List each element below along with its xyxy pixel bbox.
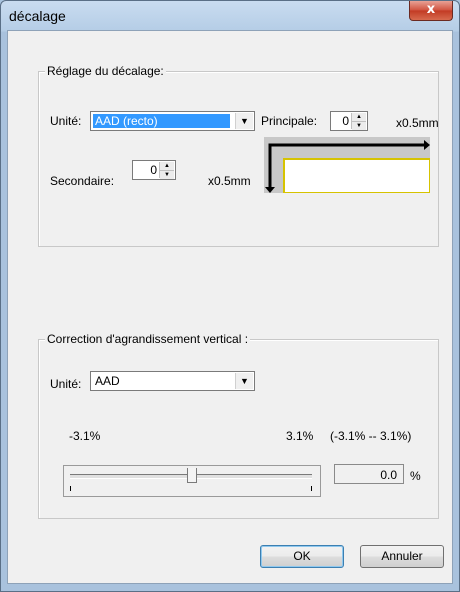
slider-tick-min [70, 486, 71, 491]
offset-group-legend: Réglage du décalage: [45, 64, 166, 78]
ok-button[interactable]: OK [260, 545, 344, 568]
percent-sign: % [410, 469, 421, 483]
magnification-slider[interactable] [63, 465, 321, 497]
secondary-offset-spin-buttons[interactable]: ▲ ▼ [159, 162, 174, 179]
main-offset-spinner[interactable]: 0 ▲ ▼ [330, 111, 368, 131]
main-offset-value: 0 [342, 114, 349, 128]
spin-up-icon[interactable]: ▲ [352, 113, 366, 121]
dialog-client-area: Réglage du décalage: Unité: AAD (recto) … [7, 30, 453, 584]
slider-thumb[interactable] [187, 468, 197, 483]
correction-group-legend: Correction d'agrandissement vertical : [45, 332, 251, 346]
dialog-title: décalage [9, 8, 66, 24]
main-offset-label: Principale: [261, 114, 318, 128]
close-button[interactable]: x [409, 1, 453, 21]
correction-unit-select[interactable]: AAD ▼ [90, 371, 255, 391]
slider-tick-max [311, 486, 312, 491]
secondary-offset-label: Secondaire: [50, 174, 115, 188]
close-icon: x [426, 2, 436, 17]
main-offset-unit: x0.5mm [396, 116, 439, 130]
chevron-down-icon[interactable]: ▼ [235, 373, 253, 389]
slider-range-label: (-3.1% -- 3.1%) [330, 429, 412, 443]
cancel-button[interactable]: Annuler [360, 545, 444, 568]
correction-unit-label: Unité: [50, 377, 82, 391]
magnification-value-box: 0.0 [334, 464, 404, 484]
secondary-offset-unit: x0.5mm [208, 174, 251, 188]
chevron-down-icon[interactable]: ▼ [235, 113, 253, 129]
secondary-offset-value: 0 [150, 163, 157, 177]
correction-unit-value: AAD [95, 374, 120, 388]
magnification-value: 0.0 [380, 468, 397, 482]
main-offset-spin-buttons[interactable]: ▲ ▼ [351, 113, 366, 130]
offset-unit-value: AAD (recto) [93, 114, 230, 128]
offset-unit-label: Unité: [50, 114, 82, 128]
slider-min-label: -3.1% [69, 429, 101, 443]
secondary-offset-spinner[interactable]: 0 ▲ ▼ [132, 160, 176, 180]
spin-up-icon[interactable]: ▲ [160, 162, 174, 170]
offset-preview-diagram [264, 137, 430, 193]
slider-max-label: 3.1% [286, 429, 314, 443]
spin-down-icon[interactable]: ▼ [160, 170, 174, 179]
offset-unit-select[interactable]: AAD (recto) ▼ [90, 111, 255, 131]
spin-down-icon[interactable]: ▼ [352, 121, 366, 130]
